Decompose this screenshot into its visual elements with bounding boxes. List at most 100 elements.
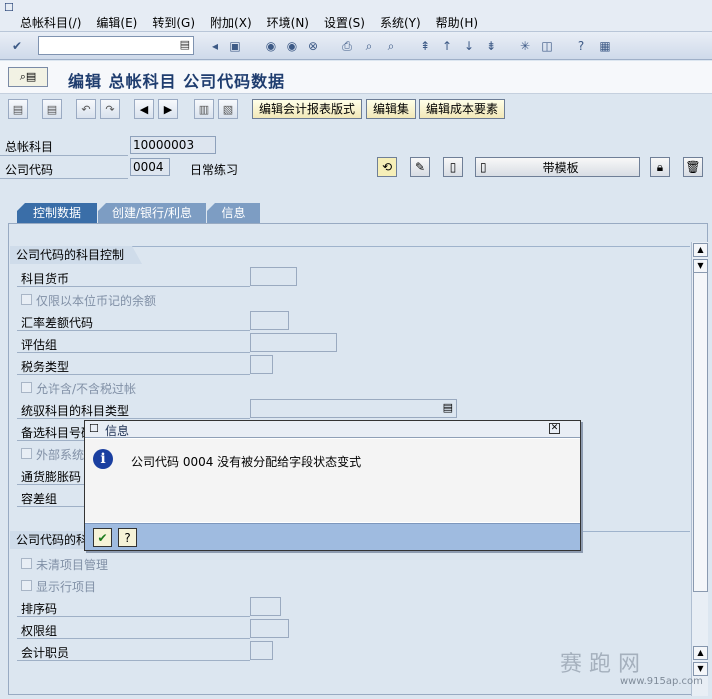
previous-icon[interactable]: ◀ <box>134 99 154 119</box>
underline <box>17 440 87 441</box>
gl-account-label: 总帐科目 <box>5 140 54 154</box>
edit-cost-element-button[interactable]: 编辑成本要素 <box>419 99 506 119</box>
display-change-icon[interactable]: ▤ <box>8 99 28 119</box>
help-question-icon[interactable]: ? <box>118 528 137 547</box>
auth-group-input[interactable] <box>250 619 289 638</box>
line-items-checkbox[interactable] <box>21 580 32 591</box>
back-icon[interactable]: ◉ <box>262 37 280 55</box>
shortcut-icon[interactable]: ◫ <box>538 37 556 55</box>
command-field[interactable]: ▤ <box>38 36 194 55</box>
exit-icon[interactable]: ◉ <box>283 37 301 55</box>
layout-icon[interactable]: ▦ <box>596 37 614 55</box>
watermark-logo: 赛 跑 网 <box>560 652 640 677</box>
accounting-clerk-label: 会计职员 <box>21 646 70 660</box>
dialog-message: 公司代码 0004 没有被分配给字段状态变式 <box>131 455 362 469</box>
delete-icon[interactable]: 🗑︎ <box>683 157 703 177</box>
command-history-icon[interactable]: ▤ <box>180 38 190 51</box>
underline <box>17 330 250 331</box>
application-toolbar: ▤ ▤ ↶ ↷ ◀ ▶ ▥ ▧ 编辑会计报表版式 编辑集 编辑成本要素 <box>0 95 712 123</box>
menu-goto[interactable]: 转到(G) <box>152 14 195 31</box>
menu-environment[interactable]: 环境(N) <box>267 14 309 31</box>
post-without-tax-label: 允许含/不含税过帐 <box>36 382 137 396</box>
menu-items: 总帐科目(/) 编辑(E) 转到(G) 附加(X) 环境(N) 设置(S) 系统… <box>20 14 493 31</box>
scroll-page-up-icon[interactable]: ▲ <box>693 646 708 660</box>
prev-page-icon[interactable]: ↑ <box>438 37 456 55</box>
tab-control-data[interactable]: 控制数据 <box>17 203 97 223</box>
tab-create-bank-interest[interactable]: 创建/银行/利息 <box>98 203 206 223</box>
tax-category-label: 税务类型 <box>21 360 70 374</box>
company-code-description: 日常练习 <box>190 163 239 177</box>
scroll-page-down-icon[interactable]: ▼ <box>693 662 708 676</box>
account-control-title: 公司代码的科目控制 <box>10 246 142 264</box>
watermark-url: www.915ap.com <box>620 676 703 687</box>
help-icon[interactable]: ? <box>572 37 590 55</box>
pencil-icon[interactable]: ✎ <box>410 157 430 177</box>
underline <box>17 616 250 617</box>
cancel-icon[interactable]: ⊗ <box>304 37 322 55</box>
information-icon: i <box>93 449 113 469</box>
collapse-icon[interactable]: ◂ <box>206 37 224 55</box>
menu-settings[interactable]: 设置(S) <box>324 14 365 31</box>
last-page-icon[interactable]: ⇟ <box>482 37 500 55</box>
with-template-button[interactable]: ▯ 带模板 <box>475 157 640 177</box>
accounting-clerk-input[interactable] <box>250 641 273 660</box>
exchange-diff-input[interactable] <box>250 311 289 330</box>
external-system-checkbox[interactable] <box>21 448 32 459</box>
recon-account-select[interactable]: ▤ <box>250 399 457 418</box>
print-icon[interactable]: ⎙ <box>338 37 356 55</box>
edit-fs-version-button[interactable]: 编辑会计报表版式 <box>252 99 363 119</box>
undo-icon[interactable]: ↶ <box>76 99 96 119</box>
find-next-icon[interactable]: ⌕ <box>382 37 400 55</box>
check-icon[interactable]: ✔ <box>8 37 26 55</box>
tolerance-group-label: 容差组 <box>21 492 58 506</box>
create-icon[interactable]: ▯ <box>443 157 463 177</box>
display-change-toggle-icon[interactable]: ⟲ <box>377 157 397 177</box>
lock-icon[interactable]: 🔒︎ <box>650 157 670 177</box>
scroll-up-icon[interactable]: ▲ <box>693 243 708 257</box>
next-page-icon[interactable]: ↓ <box>460 37 478 55</box>
open-item-mgmt-checkbox[interactable] <box>21 558 32 569</box>
scroll-down-icon[interactable]: ▼ <box>693 259 708 273</box>
underline <box>17 374 250 375</box>
other-object-icon[interactable]: ▤ <box>42 99 62 119</box>
account-currency-input[interactable] <box>250 267 297 286</box>
recon-account-label: 统驭科目的科目类型 <box>21 404 130 418</box>
underline <box>17 418 250 419</box>
local-currency-only-checkbox[interactable] <box>21 294 32 305</box>
first-page-icon[interactable]: ⇞ <box>416 37 434 55</box>
company-code-field[interactable]: 0004 <box>130 158 170 176</box>
menu-extras[interactable]: 附加(X) <box>210 14 252 31</box>
menu-system[interactable]: 系统(Y) <box>380 14 421 31</box>
valuation-group-input[interactable] <box>250 333 337 352</box>
menu-edit[interactable]: 编辑(E) <box>96 14 137 31</box>
scroll-thumb[interactable] <box>693 272 708 592</box>
post-without-tax-checkbox[interactable] <box>21 382 32 393</box>
dialog-close-icon[interactable]: ✕ <box>549 423 560 434</box>
save-icon[interactable]: ▣ <box>226 37 244 55</box>
system-menu-icon[interactable]: ☐ <box>4 1 20 14</box>
standard-toolbar: ✔ ▤ ◂ ▣ ◉ ◉ ⊗ ⎙ ⌕ ⌕ ⇞ ↑ ↓ ⇟ ✳ ◫ ? ▦ <box>0 32 712 60</box>
dialog-footer: ✔ ? <box>85 523 580 550</box>
next-icon[interactable]: ▶ <box>158 99 178 119</box>
new-session-icon[interactable]: ✳ <box>516 37 534 55</box>
info-doc-icon[interactable]: ▧ <box>218 99 238 119</box>
glasses-icon[interactable]: ⌕▤ <box>8 67 48 87</box>
find-icon[interactable]: ⌕ <box>360 37 378 55</box>
confirm-check-icon[interactable]: ✔ <box>93 528 112 547</box>
change-documents-icon[interactable]: ▥ <box>194 99 214 119</box>
sort-key-input[interactable] <box>250 597 281 616</box>
vertical-scrollbar[interactable]: ▲ ▼ ▲ ▼ <box>691 242 708 696</box>
exchange-diff-label: 汇率差额代码 <box>21 316 94 330</box>
menu-help[interactable]: 帮助(H) <box>436 14 478 31</box>
gl-account-field[interactable]: 10000003 <box>130 136 216 154</box>
edit-sets-button[interactable]: 编辑集 <box>366 99 417 119</box>
tax-category-input[interactable] <box>250 355 273 374</box>
information-dialog: ☐ 信息 ✕ i 公司代码 0004 没有被分配给字段状态变式 ✔ ? <box>84 420 581 551</box>
underline <box>17 660 250 661</box>
tab-information[interactable]: 信息 <box>207 203 260 223</box>
underline <box>17 506 87 507</box>
menu-gl-account[interactable]: 总帐科目(/) <box>20 14 81 31</box>
redo-icon[interactable]: ↷ <box>100 99 120 119</box>
dropdown-icon[interactable]: ▤ <box>443 401 453 414</box>
with-template-label: 带模板 <box>542 160 579 175</box>
